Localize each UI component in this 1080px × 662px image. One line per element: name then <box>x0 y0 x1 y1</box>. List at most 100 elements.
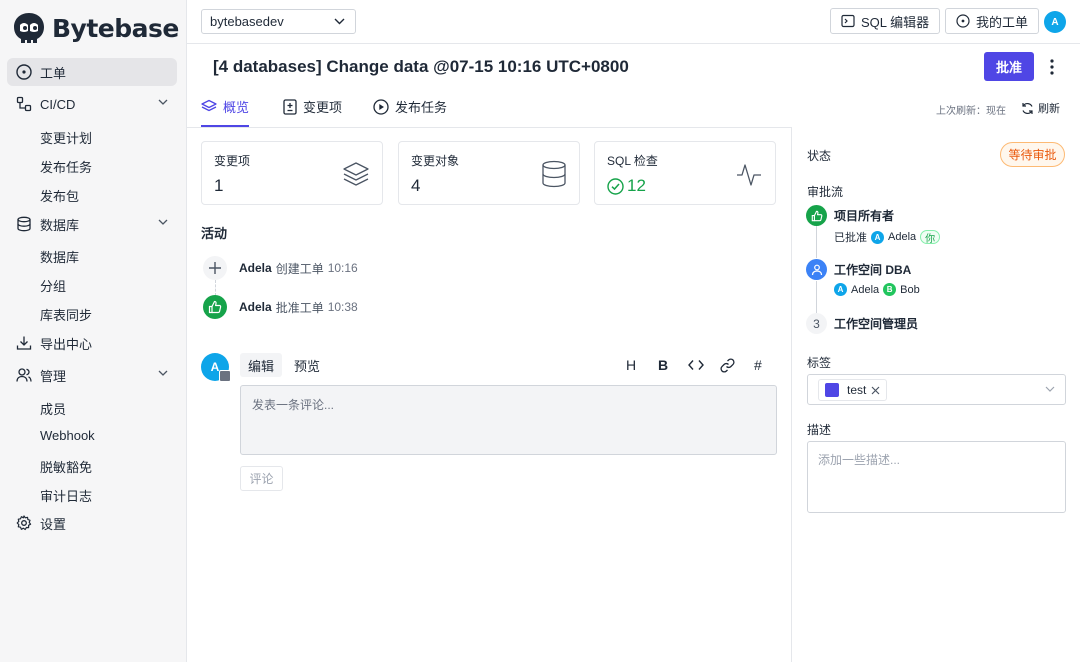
card-value: 1 <box>214 176 224 195</box>
database-icon <box>16 216 32 232</box>
plus-icon <box>203 256 227 280</box>
topbar: bytebasedev SQL 编辑器 我的工单 A <box>187 0 1080 44</box>
tab-edit[interactable]: 编辑 <box>240 353 283 377</box>
layers-icon <box>201 99 217 115</box>
chevron-down-icon <box>158 219 168 225</box>
comment-badge-icon <box>219 370 231 382</box>
approval-step-name: 工作空间 DBA <box>834 263 912 277</box>
tab-label: 概览 <box>223 100 250 115</box>
sidebar-subitem-audit-log[interactable]: 审计日志 <box>40 486 92 505</box>
card-sql-check[interactable]: SQL 检查 12 <box>594 141 776 205</box>
sql-check-status: 12 <box>607 176 646 196</box>
description-input[interactable]: 添加一些描述... <box>807 441 1066 513</box>
hash-button[interactable]: # <box>754 357 762 373</box>
bold-button[interactable]: B <box>658 357 668 373</box>
user-avatar[interactable]: A <box>1044 11 1066 33</box>
activity-user[interactable]: Adela <box>239 261 272 275</box>
sidebar-subitem-webhook[interactable]: Webhook <box>40 428 95 443</box>
sidebar-subitem-sync-schema[interactable]: 库表同步 <box>40 305 92 324</box>
project-name: bytebasedev <box>210 14 284 29</box>
sidebar-item-export-center[interactable]: 导出中心 <box>7 329 177 357</box>
approval-flow-label: 审批流 <box>807 185 844 199</box>
approver-name[interactable]: Bob <box>900 284 920 296</box>
tab-preview[interactable]: 预览 <box>286 353 328 377</box>
logo[interactable]: Bytebase <box>12 11 179 45</box>
user-avatar: B <box>883 283 897 296</box>
user-avatar: A <box>834 283 847 296</box>
submit-comment-button[interactable]: 评论 <box>240 466 283 491</box>
close-icon[interactable] <box>871 386 880 395</box>
layers-icon <box>342 160 370 188</box>
sql-editor-label: SQL 编辑器 <box>861 14 930 30</box>
card-label: SQL 检查 <box>607 154 658 168</box>
refresh-button[interactable]: 刷新 <box>1021 100 1060 116</box>
activity-time: 10:38 <box>327 300 358 314</box>
my-issues-button[interactable]: 我的工单 <box>945 8 1040 34</box>
chevron-down-icon <box>1045 386 1055 392</box>
activity-item: Adela 创建工单 10:16 <box>203 256 358 280</box>
sidebar-subitem-masking-exemption[interactable]: 脱敏豁免 <box>40 457 92 476</box>
sidebar-subitem-releases[interactable]: 发布包 <box>40 186 79 205</box>
sidebar-item-settings[interactable]: 设置 <box>7 509 177 537</box>
sidebar-subitem-members[interactable]: 成员 <box>40 399 66 418</box>
link-icon[interactable] <box>720 358 735 373</box>
sidebar-subitem-databases[interactable]: 数据库 <box>40 247 79 266</box>
approval-step-name: 工作空间管理员 <box>834 317 919 331</box>
sql-editor-button[interactable]: SQL 编辑器 <box>830 8 941 34</box>
card-changes[interactable]: 变更项 1 <box>201 141 383 205</box>
activity-action: 创建工单 <box>275 261 324 276</box>
sidebar-item-database[interactable]: 数据库 <box>7 210 177 238</box>
card-label: 变更对象 <box>411 154 460 168</box>
activity-icon <box>735 160 763 188</box>
chevron-down-icon <box>334 18 345 25</box>
my-issues-label: 我的工单 <box>976 14 1029 30</box>
users-icon <box>16 367 32 383</box>
user-icon <box>806 259 827 280</box>
sidebar-item-admin[interactable]: 管理 <box>7 361 177 389</box>
activity-time: 10:16 <box>327 261 358 275</box>
tab-overview[interactable]: 概览 <box>201 97 249 116</box>
tag-color-swatch <box>825 383 839 397</box>
approver-name[interactable]: Adela <box>888 231 916 243</box>
approver-name[interactable]: Adela <box>851 284 879 296</box>
card-change-targets[interactable]: 变更对象 4 <box>398 141 580 205</box>
labels-select[interactable]: test <box>807 374 1066 405</box>
database-icon <box>541 160 567 188</box>
check-circle-icon <box>607 177 624 195</box>
approval-step-project-owner: 项目所有者 <box>806 205 894 226</box>
sidebar-item-label: 管理 <box>40 368 67 384</box>
workflow-icon <box>16 96 32 112</box>
sidebar-subitem-rollouts[interactable]: 发布任务 <box>40 157 92 176</box>
diff-icon <box>283 98 297 115</box>
tab-changes[interactable]: 变更项 <box>283 97 342 116</box>
comment-input[interactable]: 发表一条评论... <box>240 385 777 455</box>
issue-title[interactable]: [4 databases] Change data @07-15 10:16 U… <box>213 57 629 77</box>
sidebar-item-issues[interactable]: 工单 <box>7 58 177 86</box>
approval-connector <box>816 226 817 258</box>
activity-user[interactable]: Adela <box>239 300 272 314</box>
approved-text: 已批准 <box>834 232 867 244</box>
card-value: 4 <box>411 176 421 195</box>
sidebar-item-label: 导出中心 <box>40 336 93 352</box>
labels-label: 标签 <box>807 356 832 370</box>
sidebar-subitem-plans[interactable]: 变更计划 <box>40 128 92 147</box>
heading-button[interactable]: H <box>626 357 636 373</box>
sidebar-subitem-groups[interactable]: 分组 <box>40 276 66 295</box>
code-icon[interactable] <box>688 359 704 371</box>
last-refresh-text: 上次刷新：现在 <box>936 106 1006 117</box>
sidebar: Bytebase 工单 CI/CD 变更计划 发布任务 发布包 数据库 数据库 … <box>0 0 187 662</box>
description-label: 描述 <box>807 423 832 437</box>
circle-dot-icon <box>956 14 970 28</box>
activity-item: Adela 批准工单 10:38 <box>203 295 358 319</box>
status-label: 状态 <box>807 149 832 163</box>
more-options-icon[interactable] <box>1045 58 1059 76</box>
sidebar-item-cicd[interactable]: CI/CD <box>7 90 177 118</box>
tab-rollout-tasks[interactable]: 发布任务 <box>373 97 447 116</box>
sidebar-item-label: 数据库 <box>40 217 80 233</box>
approval-step-detail: A Adela B Bob <box>830 283 920 296</box>
status-badge: 等待审批 <box>1000 142 1065 167</box>
project-select[interactable]: bytebasedev <box>201 9 356 34</box>
tab-label: 发布任务 <box>395 100 448 115</box>
tabs-divider <box>187 127 791 128</box>
approve-button[interactable]: 批准 <box>984 52 1034 81</box>
